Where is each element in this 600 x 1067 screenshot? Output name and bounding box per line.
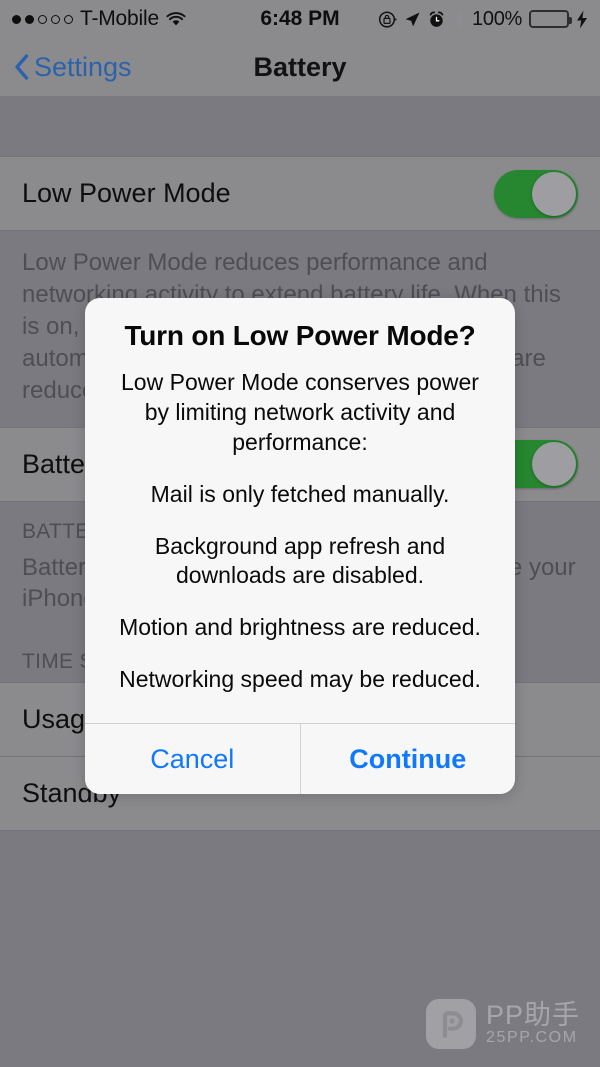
chevron-left-icon	[14, 54, 29, 80]
pp-logo-icon	[425, 999, 476, 1049]
watermark: PP助手 25PP.COM	[425, 999, 580, 1049]
alarm-clock-icon	[428, 10, 445, 28]
status-bar-right: 100%	[378, 8, 588, 31]
cancel-button[interactable]: Cancel	[85, 724, 300, 794]
alert-content: Turn on Low Power Mode? Low Power Mode c…	[85, 298, 515, 723]
alert-paragraph-3: Background app refresh and downloads are…	[154, 532, 446, 589]
battery-icon	[529, 10, 572, 28]
rotation-lock-icon	[378, 10, 397, 29]
alert-paragraph-4: Motion and brightness are reduced.	[119, 614, 481, 641]
iphone-screen: T-Mobile 6:48 PM 100% Settings Battery L…	[0, 0, 600, 1067]
bluetooth-icon	[452, 10, 465, 29]
back-button-label: Settings	[34, 51, 132, 82]
alert-paragraph-5: Networking speed may be reduced.	[119, 666, 481, 693]
alert-paragraph-2: Mail is only fetched manually.	[150, 480, 450, 507]
alert-action-bar: Cancel Continue	[85, 723, 516, 795]
watermark-subtitle: 25PP.COM	[485, 1029, 578, 1047]
alert-paragraph-1: Low Power Mode conserves power by limiti…	[121, 369, 479, 455]
continue-button[interactable]: Continue	[301, 724, 516, 794]
lightning-bolt-icon	[576, 10, 588, 29]
alert-title: Turn on Low Power Mode?	[124, 320, 476, 351]
battery-percent-label: 100%	[472, 7, 522, 30]
watermark-title: PP助手	[485, 999, 580, 1030]
location-arrow-icon	[404, 11, 421, 28]
watermark-text: PP助手 25PP.COM	[485, 999, 580, 1047]
back-button-settings[interactable]: Settings	[14, 52, 132, 83]
low-power-mode-alert-dialog: Turn on Low Power Mode? Low Power Mode c…	[85, 298, 516, 795]
